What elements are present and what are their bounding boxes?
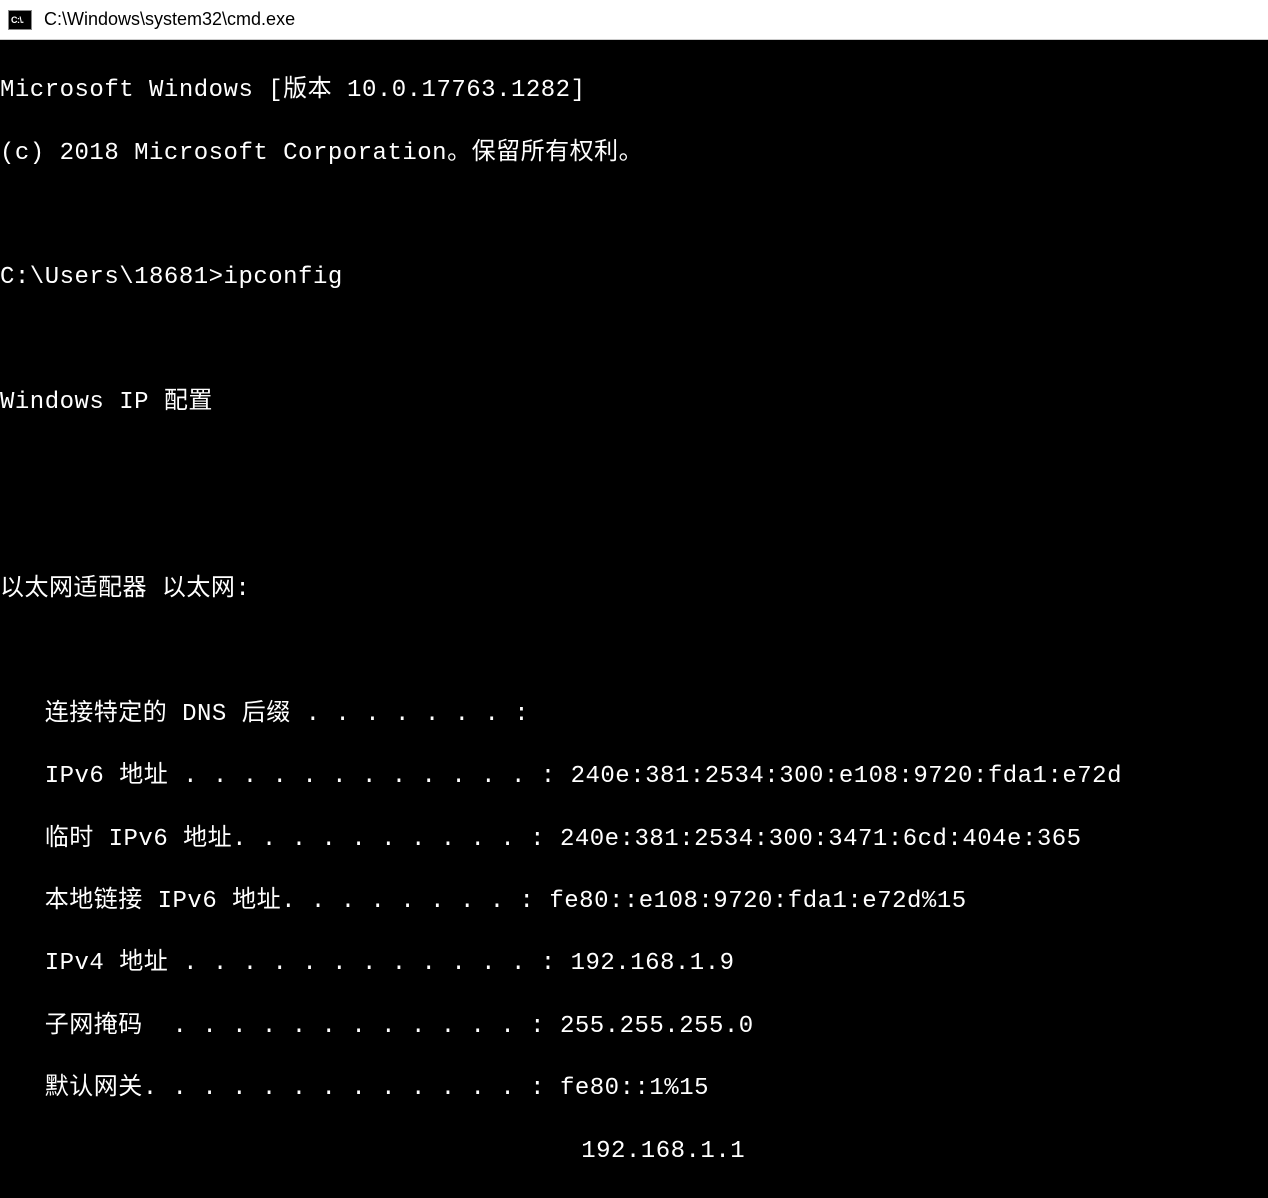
config-header: Windows IP 配置 [0, 387, 1268, 418]
ipv6-address-line: IPv6 地址 . . . . . . . . . . . . : 240e:3… [0, 761, 1268, 792]
blank-line [0, 200, 1268, 231]
dns-suffix-line: 连接特定的 DNS 后缀 . . . . . . . : [0, 699, 1268, 730]
blank-line [0, 637, 1268, 668]
terminal-output[interactable]: Microsoft Windows [版本 10.0.17763.1282] (… [0, 40, 1268, 1198]
version-line: Microsoft Windows [版本 10.0.17763.1282] [0, 75, 1268, 106]
adapter-header: 以太网适配器 以太网: [0, 574, 1268, 605]
link-local-ipv6-line: 本地链接 IPv6 地址. . . . . . . . : fe80::e108… [0, 886, 1268, 917]
default-gateway-line2: 192.168.1.1 [0, 1136, 1268, 1167]
prompt-line: C:\Users\18681>ipconfig [0, 262, 1268, 293]
copyright-line: (c) 2018 Microsoft Corporation。保留所有权利。 [0, 138, 1268, 169]
cmd-icon-text: C:\. [11, 15, 24, 25]
blank-line [0, 512, 1268, 543]
titlebar[interactable]: C:\. C:\Windows\system32\cmd.exe [0, 0, 1268, 40]
default-gateway-line1: 默认网关. . . . . . . . . . . . . : fe80::1%… [0, 1073, 1268, 1104]
ipv4-address-line: IPv4 地址 . . . . . . . . . . . . : 192.16… [0, 948, 1268, 979]
blank-line [0, 325, 1268, 356]
subnet-mask-line: 子网掩码 . . . . . . . . . . . . : 255.255.2… [0, 1011, 1268, 1042]
temp-ipv6-line: 临时 IPv6 地址. . . . . . . . . . : 240e:381… [0, 824, 1268, 855]
blank-line [0, 449, 1268, 480]
titlebar-title: C:\Windows\system32\cmd.exe [44, 9, 295, 30]
cmd-icon: C:\. [8, 10, 32, 30]
